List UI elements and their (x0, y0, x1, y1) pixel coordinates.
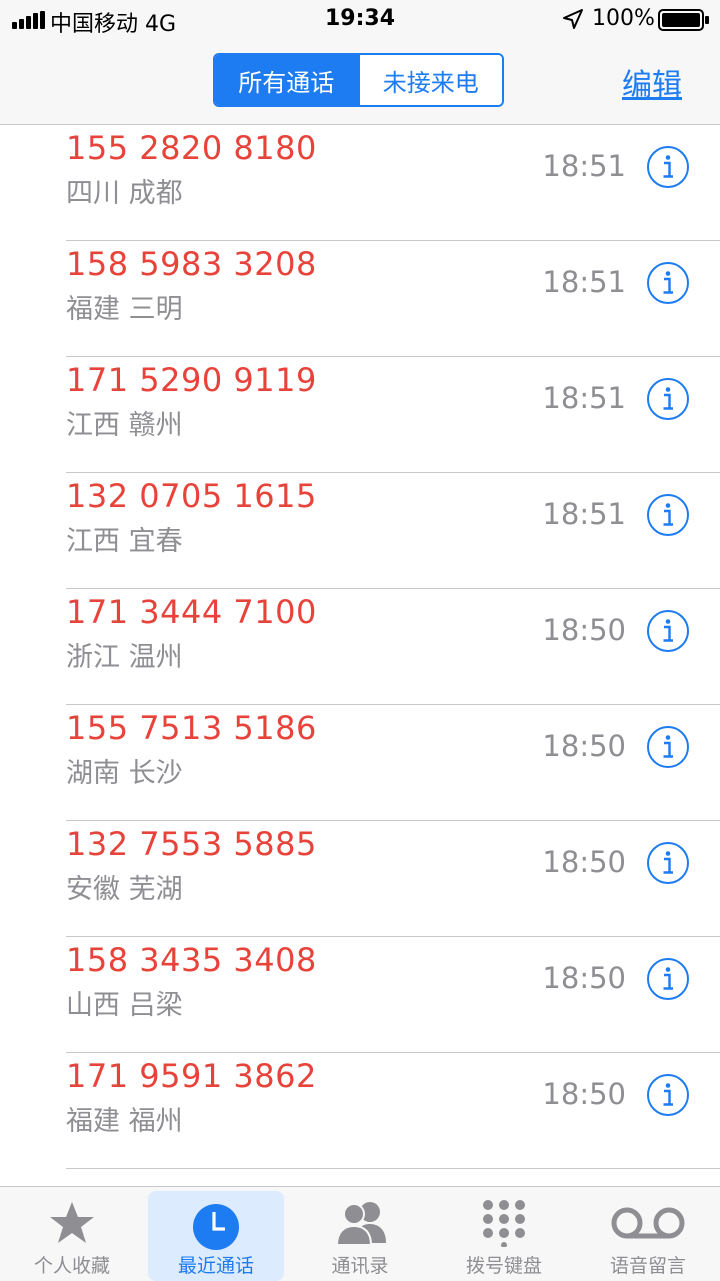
call-number: 171 3444 7100 (66, 593, 317, 631)
row-divider (66, 1168, 720, 1169)
call-time: 18:51 (542, 381, 626, 415)
call-location: 湖南 长沙 (66, 758, 183, 789)
call-time: 18:51 (542, 497, 626, 531)
call-time: 18:50 (542, 729, 626, 763)
edit-button[interactable]: 编辑 (622, 60, 682, 104)
navigation-bar: 所有通话 未接来电 编辑 (0, 40, 720, 125)
info-icon[interactable] (646, 377, 690, 421)
call-time: 18:51 (542, 149, 626, 183)
clock-icon (193, 1204, 239, 1250)
call-row[interactable]: 155 2820 8180 四川 成都 18:51 (0, 125, 720, 241)
call-location: 山西 吕梁 (66, 990, 183, 1021)
tab-label: 拨号键盘 (465, 1255, 542, 1277)
call-location: 四川 成都 (66, 178, 183, 209)
call-time: 18:50 (542, 613, 626, 647)
contacts-icon (336, 1202, 386, 1246)
call-location: 江西 赣州 (66, 410, 183, 441)
call-time: 18:50 (542, 961, 626, 995)
info-icon[interactable] (646, 957, 690, 1001)
tab-label: 语音留言 (609, 1255, 686, 1277)
tab-label: 通讯录 (331, 1255, 389, 1277)
call-number: 158 3435 3408 (66, 941, 317, 979)
call-row[interactable]: 158 3435 3408 山西 吕梁 18:50 (0, 937, 720, 1053)
tab-label: 个人收藏 (33, 1255, 110, 1277)
tab-favorites[interactable]: 个人收藏 (4, 1187, 140, 1281)
call-location: 福建 福州 (66, 1106, 183, 1137)
info-icon[interactable] (646, 261, 690, 305)
call-location: 安徽 芜湖 (66, 874, 183, 905)
location-arrow-icon (563, 9, 583, 29)
call-location: 浙江 温州 (66, 642, 183, 673)
call-number: 155 2820 8180 (66, 129, 317, 167)
status-bar: 中国移动 4G 19:34 100% (0, 0, 720, 40)
call-row[interactable]: 171 5290 9119 江西 赣州 18:51 (0, 357, 720, 473)
call-time: 18:51 (542, 265, 626, 299)
call-row[interactable]: 171 9591 3862 福建 福州 18:50 (0, 1053, 720, 1169)
tab-label: 最近通话 (177, 1255, 254, 1277)
info-icon[interactable] (646, 493, 690, 537)
segment-missed-calls[interactable]: 未接来电 (357, 55, 502, 105)
tab-keypad[interactable]: 拨号键盘 (436, 1187, 572, 1281)
info-icon[interactable] (646, 609, 690, 653)
tab-recents[interactable]: 最近通话 (148, 1191, 284, 1281)
tab-contacts[interactable]: 通讯录 (292, 1187, 428, 1281)
call-number: 171 5290 9119 (66, 361, 317, 399)
call-number: 132 0705 1615 (66, 477, 317, 515)
battery-percent: 100% (592, 6, 655, 31)
segment-all-calls[interactable]: 所有通话 (215, 55, 358, 105)
info-icon[interactable] (646, 725, 690, 769)
keypad-icon (483, 1200, 525, 1247)
call-number: 132 7553 5885 (66, 825, 317, 863)
call-time: 18:50 (542, 845, 626, 879)
call-row[interactable]: 132 7553 5885 安徽 芜湖 18:50 (0, 821, 720, 937)
call-row[interactable]: 155 7513 5186 湖南 长沙 18:50 (0, 705, 720, 821)
info-icon[interactable] (646, 1073, 690, 1117)
call-time: 18:50 (542, 1077, 626, 1111)
recent-calls-list[interactable]: 155 2820 8180 四川 成都 18:51 158 5983 3208 … (0, 125, 720, 1186)
call-row[interactable]: 132 0705 1615 江西 宜春 18:51 (0, 473, 720, 589)
info-icon[interactable] (646, 145, 690, 189)
info-icon[interactable] (646, 841, 690, 885)
call-number: 158 5983 3208 (66, 245, 317, 283)
call-location: 江西 宜春 (66, 526, 183, 557)
call-location: 福建 三明 (66, 294, 183, 325)
call-filter-segmented-control: 所有通话 未接来电 (213, 53, 504, 107)
star-icon (50, 1202, 94, 1243)
tab-voicemail[interactable]: 语音留言 (580, 1187, 716, 1281)
voicemail-icon (611, 1207, 685, 1239)
call-number: 171 9591 3862 (66, 1057, 317, 1095)
call-row[interactable]: 158 5983 3208 福建 三明 18:51 (0, 241, 720, 357)
tab-bar: 个人收藏 最近通话 通讯录 拨号键盘 语音留言 (0, 1186, 720, 1281)
call-row[interactable]: 171 3444 7100 浙江 温州 18:50 (0, 589, 720, 705)
call-number: 155 7513 5186 (66, 709, 317, 747)
battery-icon (658, 9, 709, 31)
